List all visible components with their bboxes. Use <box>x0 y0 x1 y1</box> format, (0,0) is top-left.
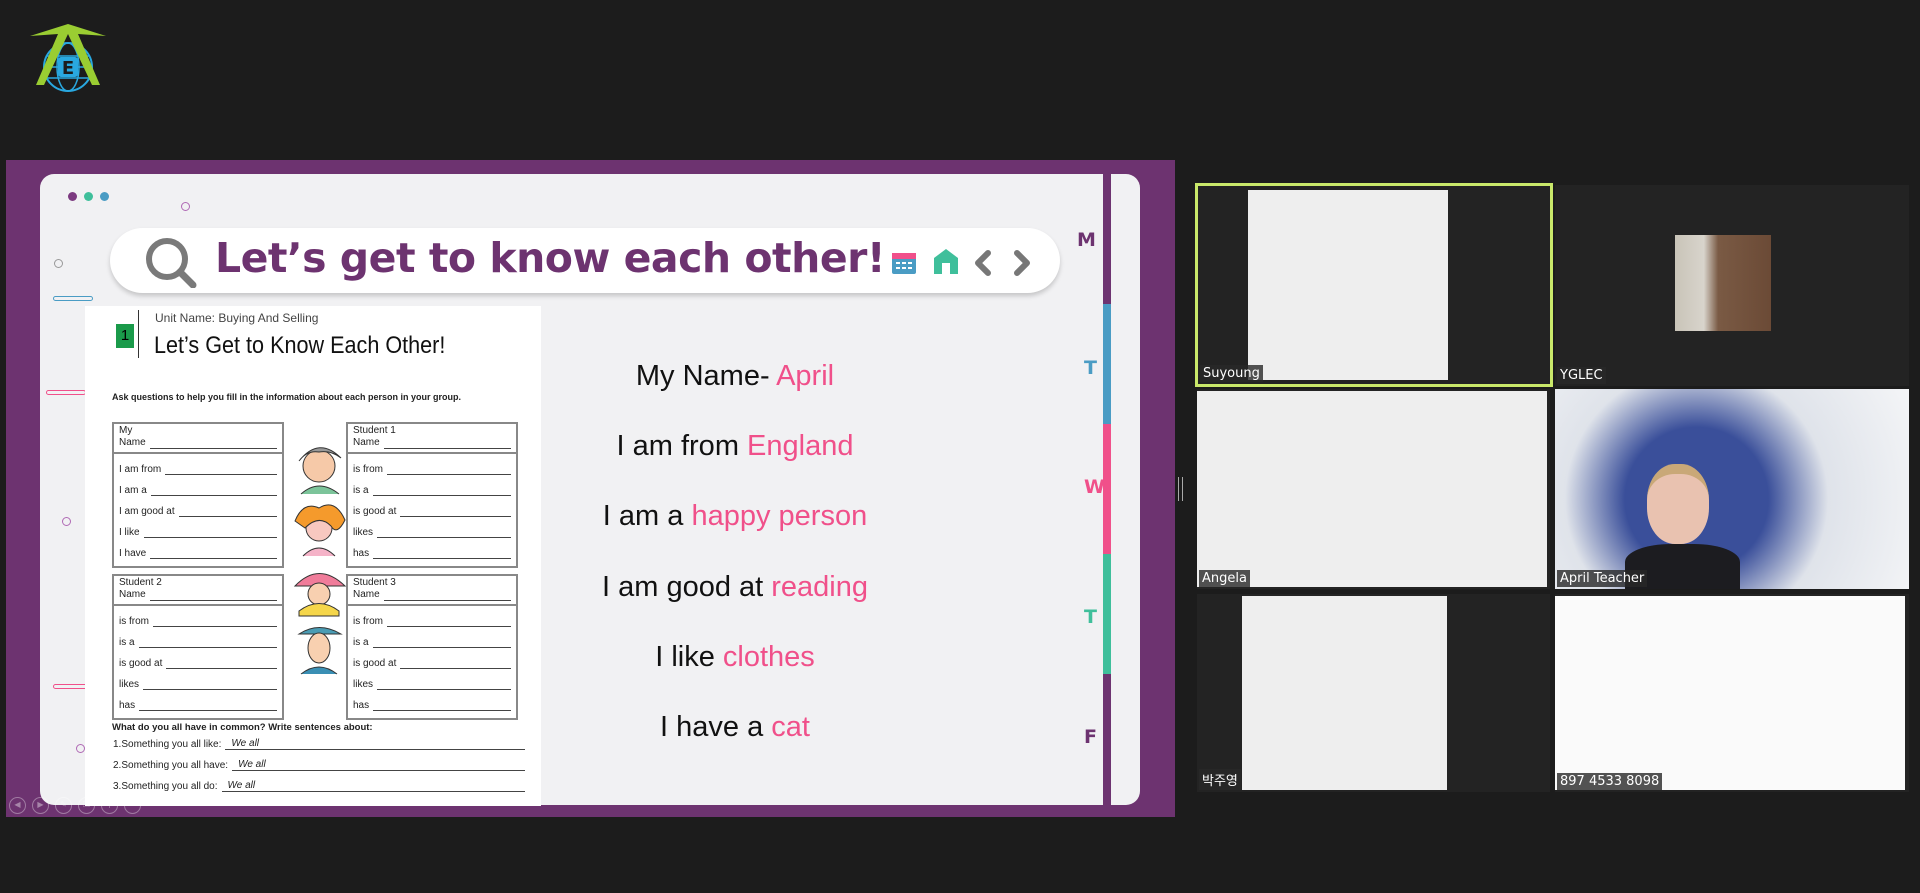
intro-sentence: I am a happy person <box>602 500 868 533</box>
box-title: Student 2 <box>119 577 162 588</box>
video-tile[interactable]: 897 4533 8098 <box>1555 594 1909 792</box>
home-icon[interactable] <box>933 248 959 280</box>
day-tab-2[interactable]: W <box>1084 476 1105 498</box>
decoration <box>53 684 88 689</box>
fill-line[interactable]: I am good at <box>114 496 282 517</box>
participant-name: Angela <box>1199 570 1250 587</box>
common-answer: We all <box>221 780 525 792</box>
fill-line[interactable]: is from <box>114 606 282 627</box>
worksheet-instruction: Ask questions to help you fill in the in… <box>112 392 462 402</box>
common-line: 1.Something you all like: We all <box>113 738 525 750</box>
decoration <box>62 517 71 526</box>
decoration <box>53 296 93 301</box>
participant-name: 박주영 <box>1199 769 1241 790</box>
common-line: 2.Something you all have: We all <box>113 759 525 771</box>
video-tile[interactable]: 박주영 <box>1197 594 1550 792</box>
sentence-highlight: clothes <box>722 640 815 673</box>
participant-name: YGLEC <box>1557 367 1606 384</box>
fill-line[interactable]: has <box>348 538 516 559</box>
participant-video <box>1675 235 1771 331</box>
app-logo: E <box>28 22 108 97</box>
search-icon <box>143 236 199 293</box>
fill-line[interactable]: is a <box>348 475 516 496</box>
day-tab-4[interactable]: F <box>1084 726 1097 748</box>
worksheet: 1 Unit Name: Buying And Selling Let’s Ge… <box>85 306 541 806</box>
slide-title: Let’s get to know each other! <box>215 234 886 282</box>
common-heading: What do you all have in common? Write se… <box>112 722 373 733</box>
name-label: Name <box>353 589 380 600</box>
decoration <box>76 744 85 753</box>
decoration <box>181 202 190 211</box>
participant-name: April Teacher <box>1557 570 1648 587</box>
day-tab-strip[interactable] <box>1103 304 1111 424</box>
common-answer: We all <box>225 738 525 750</box>
handout-number: 1 <box>116 324 134 348</box>
day-tab-strip[interactable] <box>1103 674 1111 805</box>
participant-video <box>1555 596 1905 790</box>
worksheet-heading: Let’s Get to Know Each Other! <box>154 332 446 359</box>
fill-line[interactable]: has <box>114 690 282 711</box>
video-tile[interactable]: YGLEC <box>1555 185 1909 386</box>
split-resize-handle[interactable] <box>1178 477 1183 501</box>
info-box: Student 2 Name is from is a is good at likes h… <box>112 574 284 720</box>
fill-line[interactable]: has <box>348 690 516 711</box>
sentence-highlight: England <box>747 430 854 463</box>
window-dot <box>68 192 77 201</box>
window-dot <box>100 192 109 201</box>
participant-face <box>1647 464 1709 544</box>
intro-sentence: I like clothes <box>655 640 815 673</box>
day-tab-1[interactable]: T <box>1084 357 1097 379</box>
window-dot <box>84 192 93 201</box>
fill-line[interactable]: likes <box>114 669 282 690</box>
info-box: My Name I am from I am aI am good at I like I… <box>112 422 284 568</box>
sentence-highlight: cat <box>771 711 810 743</box>
sentence-highlight: happy person <box>691 500 868 533</box>
participant-name: 897 4533 8098 <box>1557 773 1663 790</box>
sentence-highlight: reading <box>771 570 869 603</box>
intro-sentence: I am from England <box>616 430 854 463</box>
sentence-highlight: April <box>776 360 835 392</box>
more-icon[interactable]: ··· <box>124 797 141 814</box>
day-tab-0[interactable]: M <box>1077 229 1096 251</box>
video-tile[interactable]: Suyoung <box>1195 183 1553 387</box>
zoom-icon[interactable]: ⚲ <box>101 797 118 814</box>
day-tab-strip[interactable] <box>1103 554 1111 674</box>
participant-video <box>1197 391 1547 587</box>
day-tab-3[interactable]: T <box>1084 606 1097 628</box>
name-label: Name <box>353 437 380 448</box>
fill-line[interactable]: is a <box>114 627 282 648</box>
previous-icon[interactable]: ◀ <box>9 797 26 814</box>
day-tab-strip[interactable] <box>1103 174 1111 304</box>
cartoon-illustrations <box>293 447 347 675</box>
fill-line[interactable]: I like <box>114 517 282 538</box>
participant-video <box>1242 596 1447 790</box>
chevron-right-icon[interactable] <box>1012 250 1032 281</box>
participant-video <box>1248 190 1448 380</box>
pen-icon[interactable]: ✎ <box>55 797 72 814</box>
fill-line[interactable]: I am a <box>114 475 282 496</box>
common-answer: We all <box>232 759 525 771</box>
unit-name: Unit Name: Buying And Selling <box>155 311 319 325</box>
name-label: Name <box>119 437 146 448</box>
copy-icon[interactable]: ❐ <box>78 797 95 814</box>
intro-sentence: I have a cat <box>660 711 810 743</box>
calendar-icon[interactable] <box>891 249 917 280</box>
logo-letter: E <box>62 58 74 79</box>
video-tile[interactable]: Angela <box>1197 389 1550 589</box>
intro-sentence: My Name- April <box>635 360 835 392</box>
fill-line[interactable]: I am from <box>114 454 282 475</box>
decoration <box>46 390 86 395</box>
common-line: 3.Something you all do: We all <box>113 780 525 792</box>
name-label: Name <box>119 589 146 600</box>
fill-line[interactable]: is from <box>348 606 516 627</box>
next-icon[interactable]: ▶ <box>32 797 49 814</box>
intro-sentence: I am good at reading <box>601 570 869 603</box>
box-title: My <box>119 425 133 436</box>
chevron-left-icon[interactable] <box>973 250 993 281</box>
decoration <box>54 259 63 268</box>
fill-line[interactable]: is good at <box>114 648 282 669</box>
fill-line[interactable]: I have <box>114 538 282 559</box>
participant-name: Suyoung <box>1200 365 1263 382</box>
video-tile[interactable]: April Teacher <box>1555 389 1909 589</box>
